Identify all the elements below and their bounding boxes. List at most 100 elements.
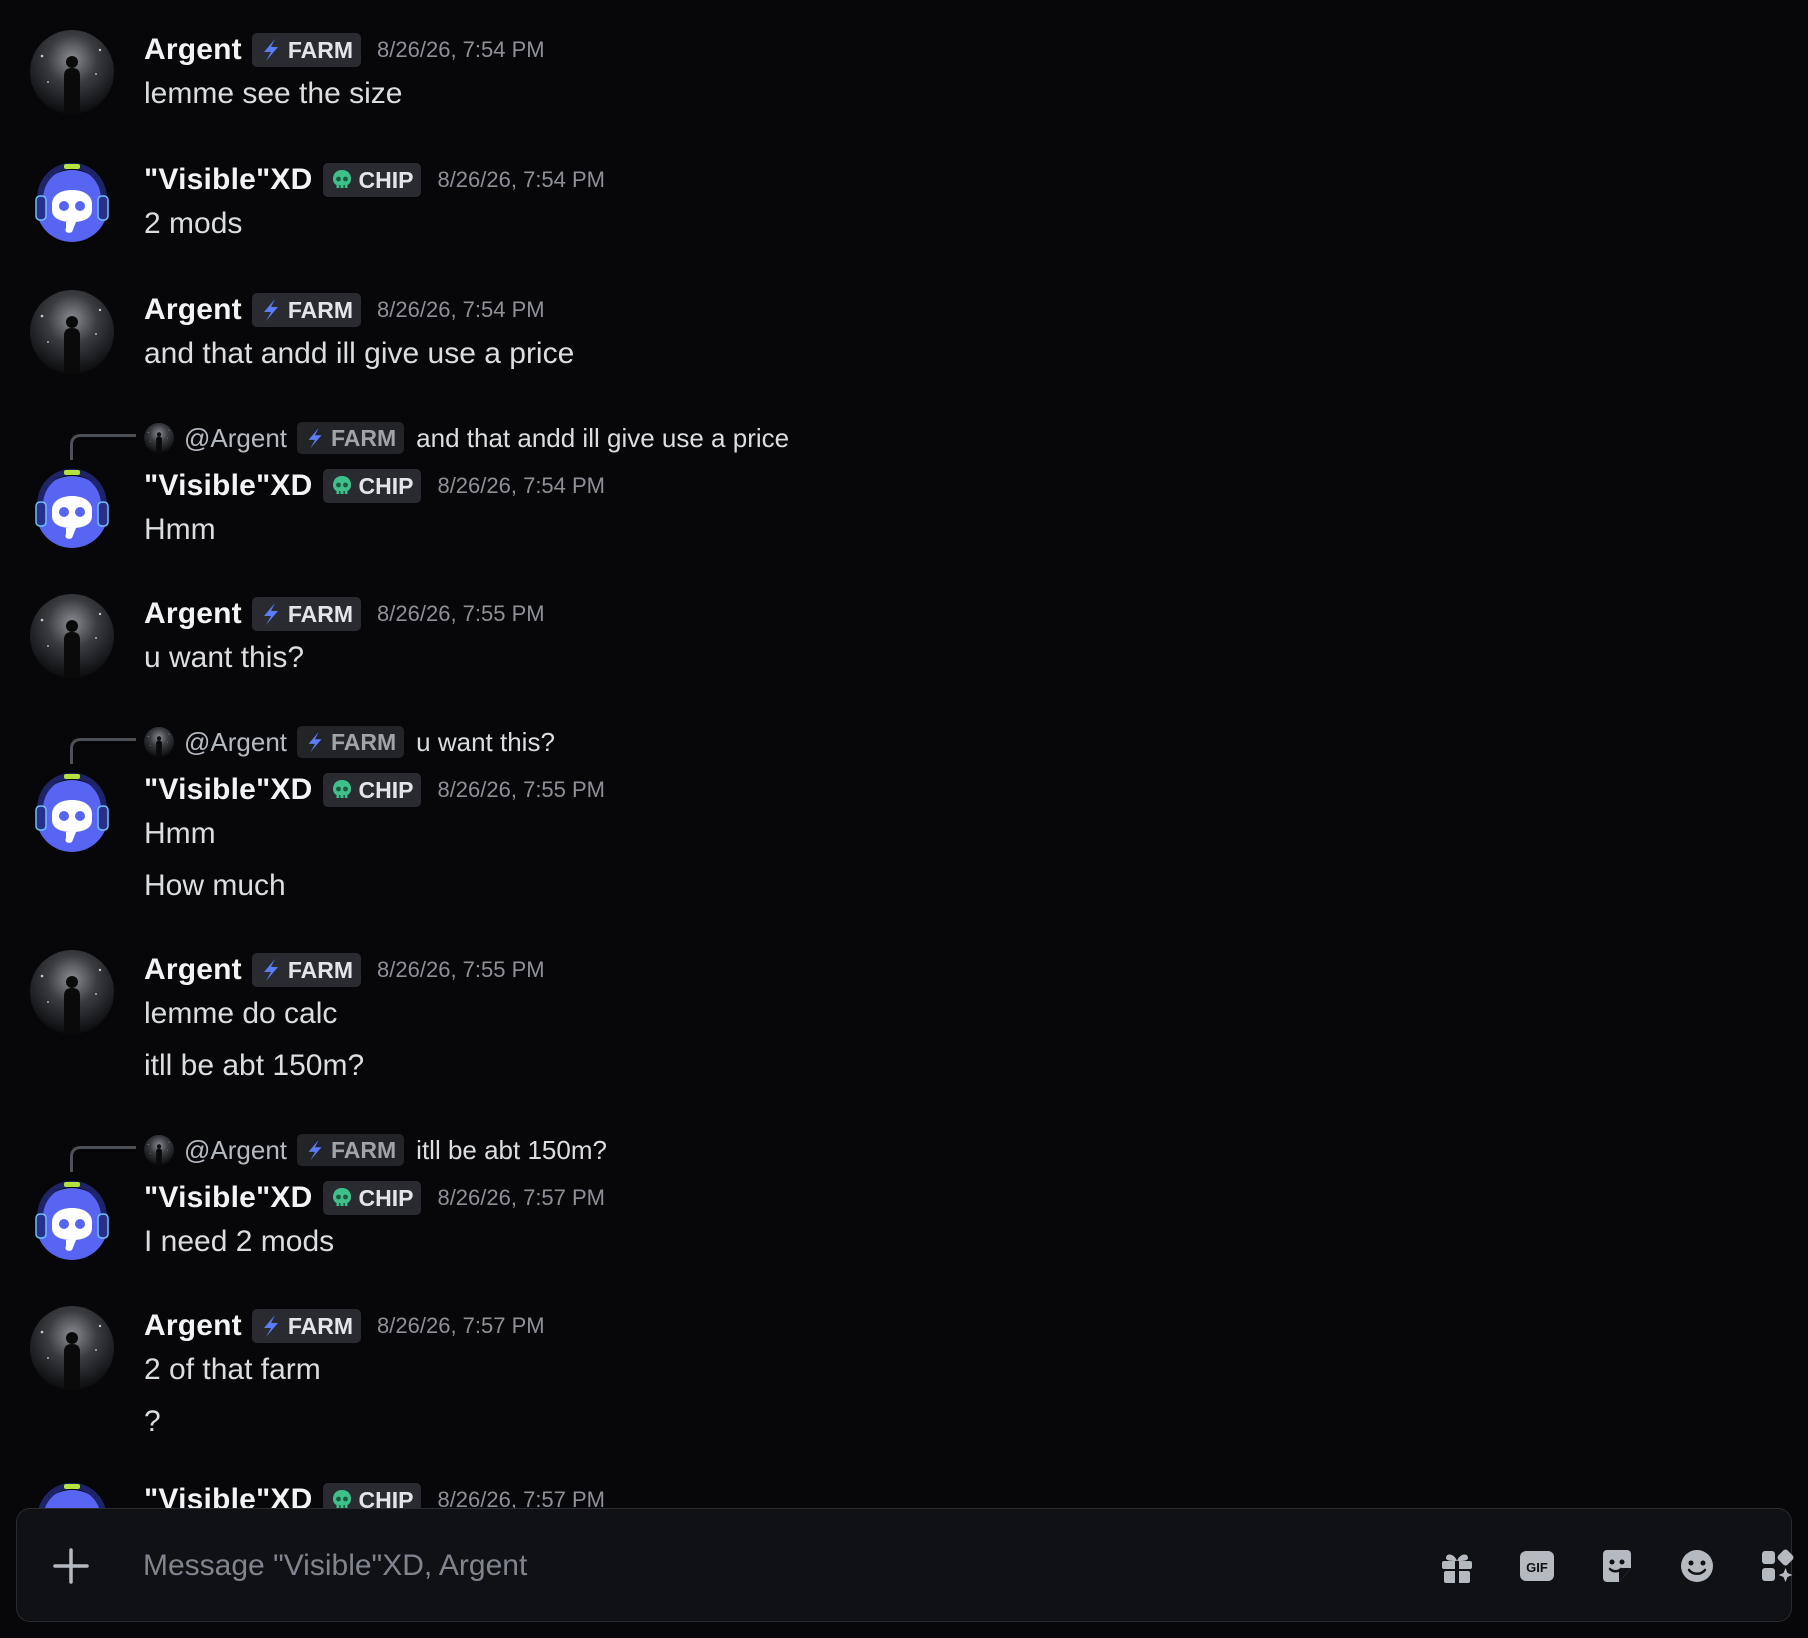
emoji-icon[interactable] [1677,1546,1717,1586]
tag-badge[interactable]: FARM [251,293,362,327]
tag-badge-label: FARM [287,36,354,63]
lightning-bolt-icon [258,957,284,983]
tag-badge[interactable]: CHIP [322,1181,422,1215]
avatar[interactable] [30,770,114,854]
reply-connector [70,434,136,460]
avatar[interactable] [30,1178,114,1262]
reply-username[interactable]: @Argent [184,727,287,758]
reply-preview[interactable]: @Argent FARM u want this? [144,724,555,760]
reply-text: itll be abt 150m? [416,1134,607,1165]
skull-icon [329,167,355,193]
lightning-bolt-icon [258,37,284,63]
plus-icon[interactable] [51,1546,91,1586]
timestamp: 8/26/26, 7:57 PM [437,1185,606,1210]
message-input[interactable] [143,1537,1383,1595]
avatar[interactable] [30,1480,114,1508]
timestamp: 8/26/26, 7:55 PM [437,777,606,802]
timestamp: 8/26/26, 7:57 PM [437,1487,606,1508]
tag-badge-label: FARM [287,296,354,323]
skull-icon [329,1487,355,1508]
reply-username[interactable]: @Argent [184,423,287,454]
gift-icon[interactable] [1437,1546,1477,1586]
message-composer: GIF [16,1508,1794,1622]
timestamp: 8/26/26, 7:54 PM [437,473,606,498]
avatar[interactable] [30,594,114,678]
reply-tag-badge[interactable]: FARM [297,726,405,758]
tag-badge[interactable]: CHIP [322,1483,422,1509]
reply-connector [70,738,136,764]
reply-tag-badge[interactable]: FARM [297,422,405,454]
username[interactable]: Argent [144,293,242,327]
username[interactable]: "Visible"XD [144,1181,313,1215]
username[interactable]: "Visible"XD [144,773,313,807]
svg-text:GIF: GIF [1526,1560,1548,1575]
tag-badge[interactable]: CHIP [322,163,422,197]
tag-badge[interactable]: CHIP [322,469,422,503]
message-text: lemme see the size [144,77,403,110]
timestamp: 8/26/26, 7:54 PM [377,297,545,322]
reply-tag-badge[interactable]: FARM [297,1134,405,1166]
tag-badge-label: CHIP [358,472,414,499]
username[interactable]: "Visible"XD [144,163,313,197]
avatar[interactable] [30,466,114,550]
tag-badge-label: CHIP [358,1184,414,1211]
timestamp: 8/26/26, 7:54 PM [437,167,606,192]
reply-avatar [144,423,174,453]
timestamp: 8/26/26, 7:55 PM [377,957,545,982]
username[interactable]: Argent [144,33,242,67]
lightning-bolt-icon [303,730,327,754]
tag-badge[interactable]: FARM [251,1309,362,1343]
message-text: ? [144,1405,161,1438]
reply-tag-badge-label: FARM [331,1136,397,1163]
tag-badge[interactable]: FARM [251,953,362,987]
message-text: Hmm [144,513,216,546]
timestamp: 8/26/26, 7:57 PM [377,1313,545,1338]
message-header: "Visible"XD CHIP 8/26/26, 7:57 PM [144,1178,605,1218]
avatar[interactable] [30,160,114,244]
message-text: 2 of that farm [144,1353,321,1386]
tag-badge-label: FARM [287,956,354,983]
username[interactable]: "Visible"XD [144,1483,313,1508]
lightning-bolt-icon [303,1138,327,1162]
message-list: Argent FARM 8/26/26, 7:54 PM lemme see t… [0,0,1808,1508]
username[interactable]: Argent [144,597,242,631]
reply-tag-badge-label: FARM [331,728,397,755]
message-header: Argent FARM 8/26/26, 7:54 PM [144,30,545,70]
reply-text: u want this? [416,726,555,757]
message-text: u want this? [144,641,305,674]
reply-preview[interactable]: @Argent FARM itll be abt 150m? [144,1132,607,1168]
timestamp: 8/26/26, 7:55 PM [377,601,545,626]
reply-connector [70,1146,136,1172]
username[interactable]: Argent [144,1309,242,1343]
tag-badge-label: CHIP [358,1486,414,1509]
reply-tag-badge-label: FARM [331,424,397,451]
avatar[interactable] [30,950,114,1034]
avatar[interactable] [30,1306,114,1390]
lightning-bolt-icon [258,601,284,627]
reply-username[interactable]: @Argent [184,1135,287,1166]
username[interactable]: Argent [144,953,242,987]
lightning-bolt-icon [303,426,327,450]
tag-badge-label: FARM [287,600,354,627]
tag-badge[interactable]: FARM [251,33,362,67]
tag-badge-label: CHIP [358,166,414,193]
reply-preview[interactable]: @Argent FARM and that andd ill give use … [144,420,789,456]
message-header: Argent FARM 8/26/26, 7:55 PM [144,950,545,990]
message-text: Hmm [144,817,216,850]
apps-icon[interactable] [1757,1546,1797,1586]
tag-badge[interactable]: FARM [251,597,362,631]
message-text: 2 mods [144,207,243,240]
skull-icon [329,777,355,803]
username[interactable]: "Visible"XD [144,469,313,503]
skull-icon [329,1185,355,1211]
avatar[interactable] [30,30,114,114]
sticker-icon[interactable] [1597,1546,1637,1586]
avatar[interactable] [30,290,114,374]
reply-avatar [144,727,174,757]
message-text: I need 2 mods [144,1225,335,1258]
tag-badge-label: CHIP [358,776,414,803]
message-text: How much [144,869,286,902]
gif-icon[interactable]: GIF [1517,1546,1557,1586]
skull-icon [329,473,355,499]
tag-badge[interactable]: CHIP [322,773,422,807]
